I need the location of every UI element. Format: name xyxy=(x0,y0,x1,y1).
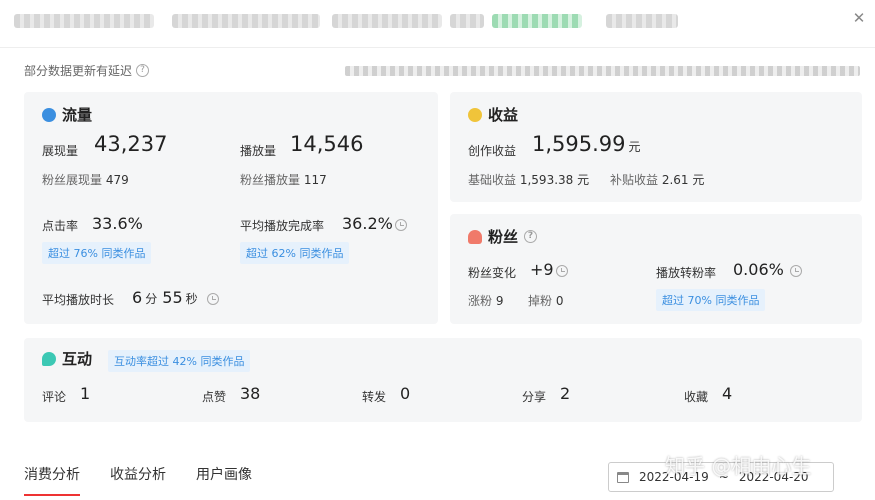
blurred-text xyxy=(606,14,678,28)
plays-label: 播放量 xyxy=(240,144,277,158)
subsidy-earnings: 补贴收益 2.61 元 xyxy=(610,173,705,187)
blurred-text xyxy=(172,14,320,28)
person-icon xyxy=(468,229,482,244)
shares-value: 0 xyxy=(400,384,411,403)
creation-label: 创作收益 xyxy=(468,144,517,158)
fan-change-value: +9 xyxy=(530,260,554,279)
creation-value: 1,595.99 元 xyxy=(532,132,641,156)
earnings-card: 收益 创作收益 1,595.99 元 基础收益 1,593.38 元 补贴收益 2… xyxy=(450,92,862,202)
tab-user-profile[interactable]: 用户画像 xyxy=(196,464,252,492)
clock-icon[interactable] xyxy=(207,293,219,305)
fan-loss: 掉粉 0 xyxy=(528,294,564,308)
forward-value: 2 xyxy=(560,384,571,403)
analysis-tabs: 消费分析 收益分析 用户画像 xyxy=(24,464,252,496)
traffic-card: 流量 展现量 43,237 播放量 14,546 粉丝展现量 479 粉丝播放量… xyxy=(24,92,438,324)
duration-label: 平均播放时长 xyxy=(42,293,115,307)
comments-value: 1 xyxy=(80,384,91,403)
interaction-card: 互动 互动率超过 42% 同类作品 评论 1 点赞 38 转发 0 分享 2 收… xyxy=(24,338,862,422)
header-bar: ✕ xyxy=(0,0,875,48)
blurred-text xyxy=(450,14,484,28)
plays-value: 14,546 xyxy=(290,132,364,156)
favorites-value: 4 xyxy=(722,384,733,403)
interaction-badge: 互动率超过 42% 同类作品 xyxy=(108,350,251,372)
impressions-label: 展现量 xyxy=(42,144,79,158)
fans-title: 粉丝 ? xyxy=(468,226,538,247)
duration-value: 6分 55 秒 xyxy=(132,288,198,307)
earnings-title: 收益 xyxy=(468,104,518,125)
drop-icon xyxy=(42,107,56,122)
traffic-title: 流量 xyxy=(42,104,92,125)
completion-badge: 超过 62% 同类作品 xyxy=(240,242,350,264)
impressions-value: 43,237 xyxy=(94,132,168,156)
base-earnings: 基础收益 1,593.38 元 xyxy=(468,173,590,187)
favorites-label: 收藏 xyxy=(684,390,709,404)
watermark-text: 知乎 @相由心生 xyxy=(665,454,812,478)
completion-value: 36.2% xyxy=(342,214,393,233)
fan-plays: 粉丝播放量 117 xyxy=(240,173,327,187)
likes-value: 38 xyxy=(240,384,261,403)
chat-bubble-icon xyxy=(42,351,56,366)
conversion-badge: 超过 70% 同类作品 xyxy=(656,289,766,311)
fan-change-label: 粉丝变化 xyxy=(468,266,517,280)
fan-impressions: 粉丝展现量 479 xyxy=(42,173,129,187)
coin-icon xyxy=(468,107,482,122)
fans-title-text: 粉丝 xyxy=(488,228,519,246)
blurred-notice xyxy=(345,66,860,76)
tab-earnings[interactable]: 收益分析 xyxy=(110,464,166,492)
completion-label: 平均播放完成率 xyxy=(240,219,325,233)
delay-notice: 部分数据更新有延迟 ? xyxy=(24,62,150,79)
conversion-label: 播放转粉率 xyxy=(656,266,717,280)
ctr-value: 33.6% xyxy=(92,214,143,233)
tab-consumption[interactable]: 消费分析 xyxy=(24,464,80,496)
close-icon[interactable]: ✕ xyxy=(849,8,869,28)
clock-icon[interactable] xyxy=(556,265,568,277)
comments-label: 评论 xyxy=(42,390,67,404)
ctr-label: 点击率 xyxy=(42,219,79,233)
blurred-title xyxy=(14,14,154,28)
notice-text: 部分数据更新有延迟 xyxy=(24,64,133,78)
blurred-tag xyxy=(492,14,582,28)
clock-icon[interactable] xyxy=(790,265,802,277)
conversion-value: 0.06% xyxy=(733,260,784,279)
earnings-title-text: 收益 xyxy=(488,106,519,124)
fan-gain: 涨粉 9 xyxy=(468,294,504,308)
interaction-title: 互动 xyxy=(42,348,92,369)
forward-label: 分享 xyxy=(522,390,547,404)
fans-card: 粉丝 ? 粉丝变化 +9 播放转粉率 0.06% 涨粉 9 掉粉 0 超过 70… xyxy=(450,214,862,324)
traffic-title-text: 流量 xyxy=(62,106,93,124)
interaction-title-text: 互动 xyxy=(62,350,93,368)
help-icon[interactable]: ? xyxy=(524,230,538,243)
ctr-badge: 超过 76% 同类作品 xyxy=(42,242,152,264)
clock-icon[interactable] xyxy=(395,219,407,231)
likes-label: 点赞 xyxy=(202,390,227,404)
help-icon[interactable]: ? xyxy=(136,64,150,77)
shares-label: 转发 xyxy=(362,390,387,404)
blurred-text xyxy=(332,14,442,28)
calendar-icon xyxy=(617,471,629,483)
